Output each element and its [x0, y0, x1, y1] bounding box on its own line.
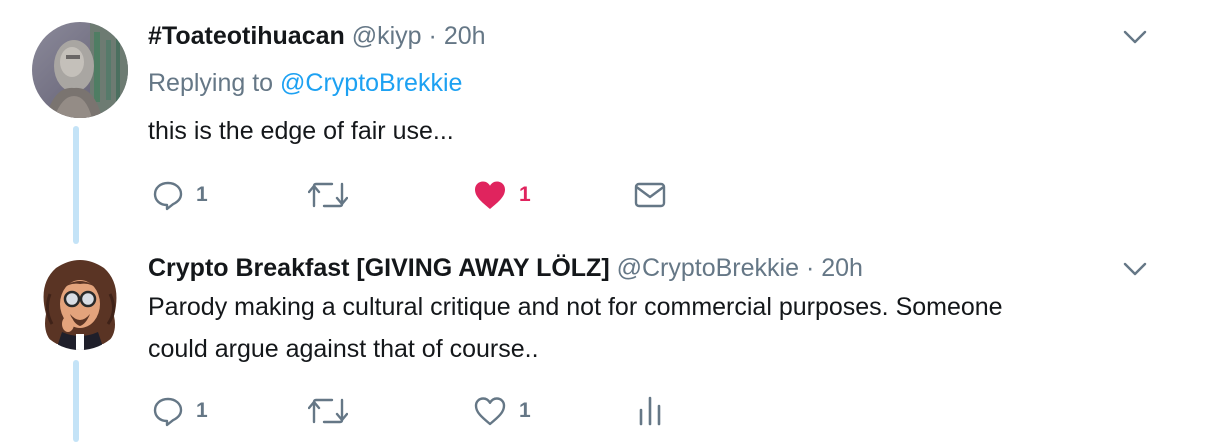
tweet-thread: #Toateotihuacan @kiyp · 20h Replying to …: [0, 0, 1208, 442]
time-separator: ·: [805, 254, 815, 282]
tweet-text-line: Parody making a cultural critique and no…: [148, 293, 1003, 321]
mention-link[interactable]: @CryptoBrekkie: [280, 69, 462, 97]
direct-message-button[interactable]: [634, 181, 666, 209]
display-name[interactable]: #Toateotihuacan: [148, 22, 345, 50]
chevron-down-icon[interactable]: [1121, 259, 1149, 279]
tweet-text-line: could argue against that of course..: [148, 335, 539, 363]
retweet-icon: [308, 182, 348, 208]
avatar[interactable]: [32, 254, 128, 350]
time-separator: ·: [428, 22, 437, 50]
like-count: 1: [519, 399, 531, 422]
like-button[interactable]: 1: [473, 395, 531, 427]
display-name[interactable]: Crypto Breakfast [GIVING AWAY LÖLZ]: [148, 254, 610, 282]
analytics-button[interactable]: [638, 396, 662, 426]
heart-filled-icon: [475, 181, 505, 209]
envelope-icon: [634, 182, 666, 208]
replying-to-label: Replying to: [148, 69, 274, 97]
tweet-timestamp[interactable]: 20h: [444, 22, 486, 50]
tweet-text: this is the edge of fair use...: [148, 117, 454, 145]
retweet-button[interactable]: [308, 396, 360, 426]
reply-icon: [153, 181, 183, 211]
like-count: 1: [519, 183, 531, 206]
avatar[interactable]: [32, 22, 128, 118]
retweet-icon: [308, 398, 348, 424]
tweet-header: Crypto Breakfast [GIVING AWAY LÖLZ] @Cry…: [148, 253, 863, 283]
reply-button[interactable]: 1: [152, 179, 208, 211]
tweet-timestamp[interactable]: 20h: [821, 254, 863, 282]
tweet-header: #Toateotihuacan @kiyp · 20h: [148, 21, 486, 51]
reply-button[interactable]: 1: [152, 395, 208, 427]
reply-count: 1: [196, 399, 208, 422]
reply-count: 1: [196, 183, 208, 206]
retweet-button[interactable]: [308, 180, 360, 210]
chevron-down-icon[interactable]: [1121, 27, 1149, 47]
thread-connector-line: [73, 360, 79, 442]
replying-to: Replying to @CryptoBrekkie: [148, 68, 462, 98]
user-handle[interactable]: @kiyp: [352, 22, 422, 50]
thread-connector-line: [73, 126, 79, 244]
reply-icon: [153, 397, 183, 427]
user-handle[interactable]: @CryptoBrekkie: [617, 254, 799, 282]
analytics-icon: [639, 396, 661, 426]
like-button[interactable]: 1: [473, 179, 531, 211]
heart-outline-icon: [474, 397, 506, 426]
